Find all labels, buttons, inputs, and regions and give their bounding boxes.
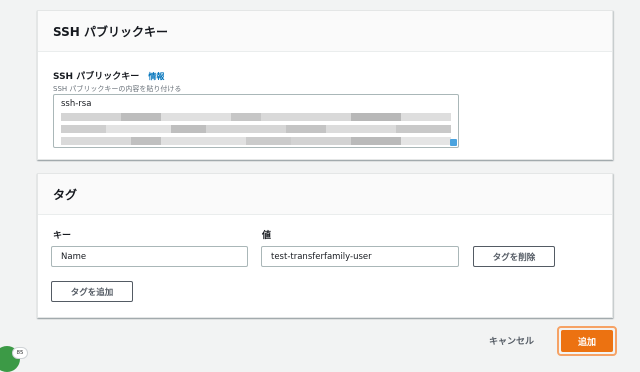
resize-handle-icon[interactable] [450,139,457,146]
ssh-key-panel-body: SSH パブリックキー 情報 SSH パブリックキーの内容を貼り付ける ssh-… [38,52,612,148]
tag-key-label: キー [53,231,72,241]
tag-value-label: 値 [262,231,272,241]
tags-panel-title: タグ [38,174,612,215]
blurred-key-line-1 [61,113,451,121]
tag-key-input[interactable]: Name [51,246,248,267]
blurred-key-line-2 [61,125,451,133]
submit-button-focus-ring: 追加 [557,326,617,356]
tags-panel: タグ キー 値 Name test-transferfamily-user タグ… [37,173,613,318]
remove-tag-button[interactable]: タグを削除 [473,246,555,267]
add-tag-button[interactable]: タグを追加 [51,281,133,302]
ssh-key-textarea[interactable]: ssh-rsa [53,94,459,148]
tags-panel-body: キー 値 Name test-transferfamily-user タグを削除… [38,215,612,302]
cancel-button[interactable]: キャンセル [489,334,534,347]
ssh-key-description: SSH パブリックキーの内容を貼り付ける [53,85,182,93]
add-button[interactable]: 追加 [561,330,613,352]
tag-value-input[interactable]: test-transferfamily-user [261,246,459,267]
blurred-key-line-3 [61,137,451,145]
ssh-key-panel-title: SSH パブリックキー [38,11,612,52]
ssh-key-panel: SSH パブリックキー SSH パブリックキー 情報 SSH パブリックキーの内… [37,10,613,160]
ssh-key-field-label: SSH パブリックキー [53,72,140,82]
notification-count-badge: 85 [12,347,28,359]
info-link[interactable]: 情報 [148,72,164,81]
ssh-key-value: ssh-rsa [61,99,92,109]
